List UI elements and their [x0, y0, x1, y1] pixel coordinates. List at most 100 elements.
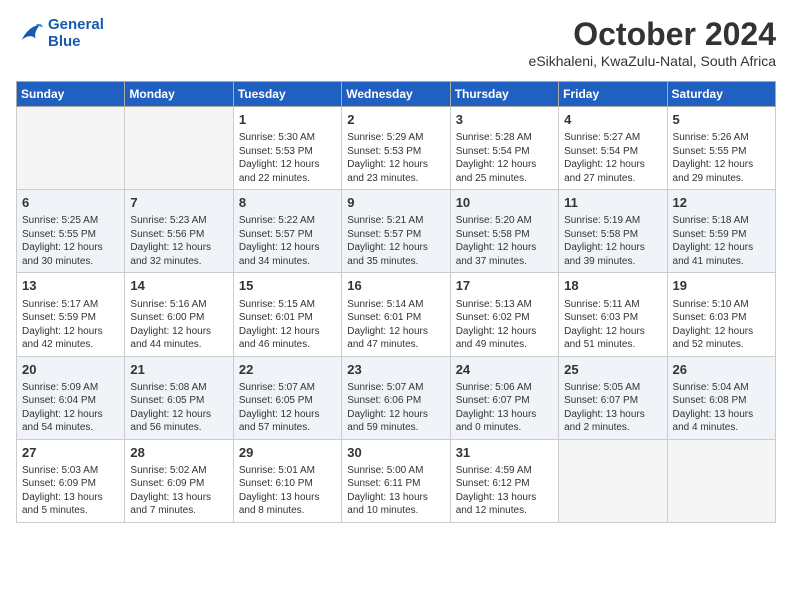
day-info: Sunrise: 5:01 AMSunset: 6:10 PMDaylight:…: [239, 464, 336, 518]
day-info: Sunrise: 5:07 AMSunset: 6:06 PMDaylight:…: [347, 381, 444, 435]
day-number: 18: [564, 277, 661, 295]
day-number: 17: [456, 277, 553, 295]
day-number: 12: [673, 194, 770, 212]
day-info: Sunrise: 5:27 AMSunset: 5:54 PMDaylight:…: [564, 131, 661, 185]
calendar-day: [667, 439, 775, 522]
day-number: 8: [239, 194, 336, 212]
day-number: 6: [22, 194, 119, 212]
title-block: October 2024 eSikhaleni, KwaZulu-Natal, …: [529, 16, 776, 69]
calendar-day: 22 Sunrise: 5:07 AMSunset: 6:05 PMDayligh…: [233, 356, 341, 439]
calendar-day: 13Sunrise: 5:17 AMSunset: 5:59 PMDayligh…: [17, 273, 125, 356]
day-number: 25: [564, 361, 661, 379]
day-number: 21: [130, 361, 227, 379]
day-info: Sunrise: 5:28 AMSunset: 5:54 PMDaylight:…: [456, 131, 553, 185]
calendar-day: 27 Sunrise: 5:03 AMSunset: 6:09 PMDayligh…: [17, 439, 125, 522]
calendar-day: 29 Sunrise: 5:01 AMSunset: 6:10 PMDayligh…: [233, 439, 341, 522]
calendar-day: 19 Sunrise: 5:10 AMSunset: 6:03 PMDayligh…: [667, 273, 775, 356]
day-number: 9: [347, 194, 444, 212]
day-info: Sunrise: 5:16 AMSunset: 6:00 PMDaylight:…: [130, 298, 227, 352]
day-number: 3: [456, 111, 553, 129]
day-info: Sunrise: 5:05 AMSunset: 6:07 PMDaylight:…: [564, 381, 661, 435]
calendar-day: 2Sunrise: 5:29 AMSunset: 5:53 PMDaylight…: [342, 107, 450, 190]
day-info: Sunrise: 5:19 AMSunset: 5:58 PMDaylight:…: [564, 214, 661, 268]
day-number: 19: [673, 277, 770, 295]
day-number: 15: [239, 277, 336, 295]
calendar-day: 23 Sunrise: 5:07 AMSunset: 6:06 PMDayligh…: [342, 356, 450, 439]
day-number: 27: [22, 444, 119, 462]
calendar-table: SundayMondayTuesdayWednesdayThursdayFrid…: [16, 81, 776, 523]
day-number: 30: [347, 444, 444, 462]
calendar-day: 5 Sunrise: 5:26 AMSunset: 5:55 PMDaylight…: [667, 107, 775, 190]
day-number: 24: [456, 361, 553, 379]
calendar-day: 18 Sunrise: 5:11 AMSunset: 6:03 PMDayligh…: [559, 273, 667, 356]
calendar-week-1: 1 Sunrise: 5:30 AMSunset: 5:53 PMDaylight…: [17, 107, 776, 190]
calendar-day: 28 Sunrise: 5:02 AMSunset: 6:09 PMDayligh…: [125, 439, 233, 522]
day-info: Sunrise: 5:15 AMSunset: 6:01 PMDaylight:…: [239, 298, 336, 352]
day-info: Sunrise: 5:23 AMSunset: 5:56 PMDaylight:…: [130, 214, 227, 268]
calendar-day: [559, 439, 667, 522]
weekday-header-thursday: Thursday: [450, 82, 558, 107]
day-number: 5: [673, 111, 770, 129]
day-info: Sunrise: 5:11 AMSunset: 6:03 PMDaylight:…: [564, 298, 661, 352]
day-number: 14: [130, 277, 227, 295]
calendar-day: 1 Sunrise: 5:30 AMSunset: 5:53 PMDaylight…: [233, 107, 341, 190]
calendar-day: [17, 107, 125, 190]
weekday-header-row: SundayMondayTuesdayWednesdayThursdayFrid…: [17, 82, 776, 107]
calendar-day: 31 Sunrise: 4:59 AMSunset: 6:12 PMDayligh…: [450, 439, 558, 522]
calendar-day: 7 Sunrise: 5:23 AMSunset: 5:56 PMDaylight…: [125, 190, 233, 273]
day-info: Sunrise: 5:03 AMSunset: 6:09 PMDaylight:…: [22, 464, 119, 518]
day-info: Sunrise: 5:00 AMSunset: 6:11 PMDaylight:…: [347, 464, 444, 518]
calendar-day: 24Sunrise: 5:06 AMSunset: 6:07 PMDayligh…: [450, 356, 558, 439]
day-info: Sunrise: 5:22 AMSunset: 5:57 PMDaylight:…: [239, 214, 336, 268]
calendar-day: 14 Sunrise: 5:16 AMSunset: 6:00 PMDayligh…: [125, 273, 233, 356]
day-info: Sunrise: 5:02 AMSunset: 6:09 PMDaylight:…: [130, 464, 227, 518]
weekday-header-saturday: Saturday: [667, 82, 775, 107]
logo-text: General Blue: [48, 16, 104, 50]
day-info: Sunrise: 5:18 AMSunset: 5:59 PMDaylight:…: [673, 214, 770, 268]
day-info: Sunrise: 5:20 AMSunset: 5:58 PMDaylight:…: [456, 214, 553, 268]
calendar-day: 26 Sunrise: 5:04 AMSunset: 6:08 PMDayligh…: [667, 356, 775, 439]
calendar-day: 9Sunrise: 5:21 AMSunset: 5:57 PMDaylight…: [342, 190, 450, 273]
day-number: 22: [239, 361, 336, 379]
day-number: 1: [239, 111, 336, 129]
day-number: 31: [456, 444, 553, 462]
calendar-week-2: 6 Sunrise: 5:25 AMSunset: 5:55 PMDaylight…: [17, 190, 776, 273]
weekday-header-wednesday: Wednesday: [342, 82, 450, 107]
calendar-day: 15 Sunrise: 5:15 AMSunset: 6:01 PMDayligh…: [233, 273, 341, 356]
day-info: Sunrise: 5:13 AMSunset: 6:02 PMDaylight:…: [456, 298, 553, 352]
logo-icon: [16, 19, 44, 47]
day-number: 16: [347, 277, 444, 295]
calendar-day: [125, 107, 233, 190]
weekday-header-friday: Friday: [559, 82, 667, 107]
weekday-header-sunday: Sunday: [17, 82, 125, 107]
calendar-day: 21Sunrise: 5:08 AMSunset: 6:05 PMDayligh…: [125, 356, 233, 439]
day-number: 4: [564, 111, 661, 129]
day-number: 26: [673, 361, 770, 379]
weekday-header-monday: Monday: [125, 82, 233, 107]
calendar-day: 16Sunrise: 5:14 AMSunset: 6:01 PMDayligh…: [342, 273, 450, 356]
day-info: Sunrise: 4:59 AMSunset: 6:12 PMDaylight:…: [456, 464, 553, 518]
calendar-day: 10 Sunrise: 5:20 AMSunset: 5:58 PMDayligh…: [450, 190, 558, 273]
day-info: Sunrise: 5:26 AMSunset: 5:55 PMDaylight:…: [673, 131, 770, 185]
day-number: 28: [130, 444, 227, 462]
page-header: General Blue October 2024 eSikhaleni, Kw…: [16, 16, 776, 69]
day-number: 13: [22, 277, 119, 295]
calendar-day: 3 Sunrise: 5:28 AMSunset: 5:54 PMDaylight…: [450, 107, 558, 190]
day-info: Sunrise: 5:10 AMSunset: 6:03 PMDaylight:…: [673, 298, 770, 352]
page-title: October 2024: [529, 16, 776, 53]
day-number: 29: [239, 444, 336, 462]
calendar-day: 20Sunrise: 5:09 AMSunset: 6:04 PMDayligh…: [17, 356, 125, 439]
calendar-day: 12 Sunrise: 5:18 AMSunset: 5:59 PMDayligh…: [667, 190, 775, 273]
day-info: Sunrise: 5:09 AMSunset: 6:04 PMDaylight:…: [22, 381, 119, 435]
day-number: 7: [130, 194, 227, 212]
calendar-day: 6 Sunrise: 5:25 AMSunset: 5:55 PMDaylight…: [17, 190, 125, 273]
day-number: 10: [456, 194, 553, 212]
day-info: Sunrise: 5:07 AMSunset: 6:05 PMDaylight:…: [239, 381, 336, 435]
day-info: Sunrise: 5:04 AMSunset: 6:08 PMDaylight:…: [673, 381, 770, 435]
logo: General Blue: [16, 16, 104, 50]
day-info: Sunrise: 5:25 AMSunset: 5:55 PMDaylight:…: [22, 214, 119, 268]
calendar-week-5: 27 Sunrise: 5:03 AMSunset: 6:09 PMDayligh…: [17, 439, 776, 522]
calendar-day: 8 Sunrise: 5:22 AMSunset: 5:57 PMDaylight…: [233, 190, 341, 273]
day-info: Sunrise: 5:30 AMSunset: 5:53 PMDaylight:…: [239, 131, 336, 185]
day-number: 23: [347, 361, 444, 379]
